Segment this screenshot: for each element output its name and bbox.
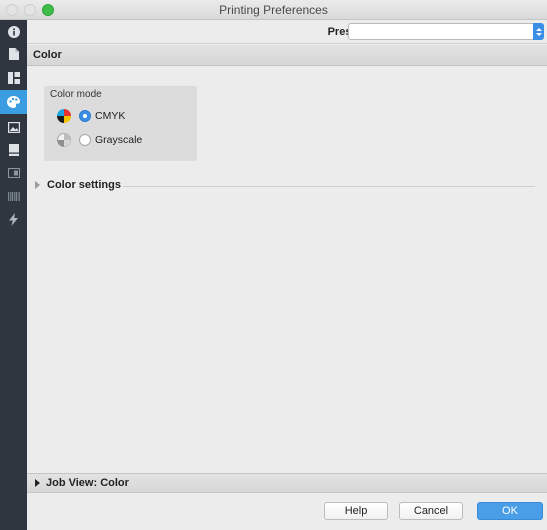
sidebar-item-color[interactable] — [0, 90, 27, 114]
window-title: Printing Preferences — [219, 3, 328, 17]
job-view-label: Job View: Color — [46, 477, 129, 489]
cmyk-icon — [57, 109, 71, 123]
footer: Help Cancel OK — [27, 494, 547, 530]
page-icon — [8, 144, 19, 156]
job-view-bar[interactable]: Job View: Color — [27, 473, 547, 493]
section-header: Color — [27, 45, 547, 66]
printing-preferences-window: Printing Preferences Color Color mode CM… — [0, 0, 547, 530]
sidebar-item-page[interactable] — [0, 138, 27, 162]
document-icon — [8, 48, 19, 60]
sidebar-item-info[interactable] — [0, 20, 27, 44]
color-settings-disclosure[interactable]: Color settings — [35, 178, 535, 194]
section-title: Color — [33, 49, 62, 61]
presets-select[interactable] — [348, 23, 544, 40]
ok-button[interactable]: OK — [477, 502, 543, 520]
grayscale-icon — [57, 133, 71, 147]
layout-icon — [7, 72, 20, 84]
disclosure-triangle-icon — [35, 479, 40, 487]
divider — [123, 186, 535, 187]
media-icon — [7, 168, 20, 178]
sidebar-item-media[interactable] — [0, 161, 27, 185]
cancel-button[interactable]: Cancel — [399, 502, 463, 520]
grayscale-radio[interactable] — [79, 134, 91, 146]
color-mode-option-cmyk[interactable]: CMYK — [57, 108, 187, 124]
info-icon — [7, 26, 20, 38]
disclosure-triangle-icon — [35, 181, 40, 189]
color-mode-option-grayscale[interactable]: Grayscale — [57, 132, 187, 148]
image-icon — [7, 121, 20, 133]
sidebar-item-image[interactable] — [0, 115, 27, 139]
select-arrows-icon — [533, 23, 544, 40]
sidebar-item-barcode[interactable] — [0, 184, 27, 208]
cmyk-label: CMYK — [95, 110, 126, 122]
color-settings-label: Color settings — [47, 179, 121, 191]
presets-bar: Presets: — [27, 20, 547, 44]
title-bar: Printing Preferences — [0, 0, 547, 20]
sidebar-item-document[interactable] — [0, 42, 27, 66]
sidebar — [0, 20, 27, 530]
color-mode-panel: Color mode CMYK Grayscale — [44, 86, 197, 161]
help-button[interactable]: Help — [324, 502, 388, 520]
sidebar-item-bolt[interactable] — [0, 207, 27, 231]
grayscale-label: Grayscale — [95, 134, 143, 146]
barcode-icon — [7, 191, 20, 201]
bolt-icon — [9, 212, 18, 226]
color-content: Color mode CMYK Grayscale Color settings — [27, 67, 547, 473]
cmyk-radio[interactable] — [79, 110, 91, 122]
palette-icon — [7, 96, 20, 108]
color-mode-label: Color mode — [50, 89, 102, 100]
sidebar-item-layout[interactable] — [0, 66, 27, 90]
